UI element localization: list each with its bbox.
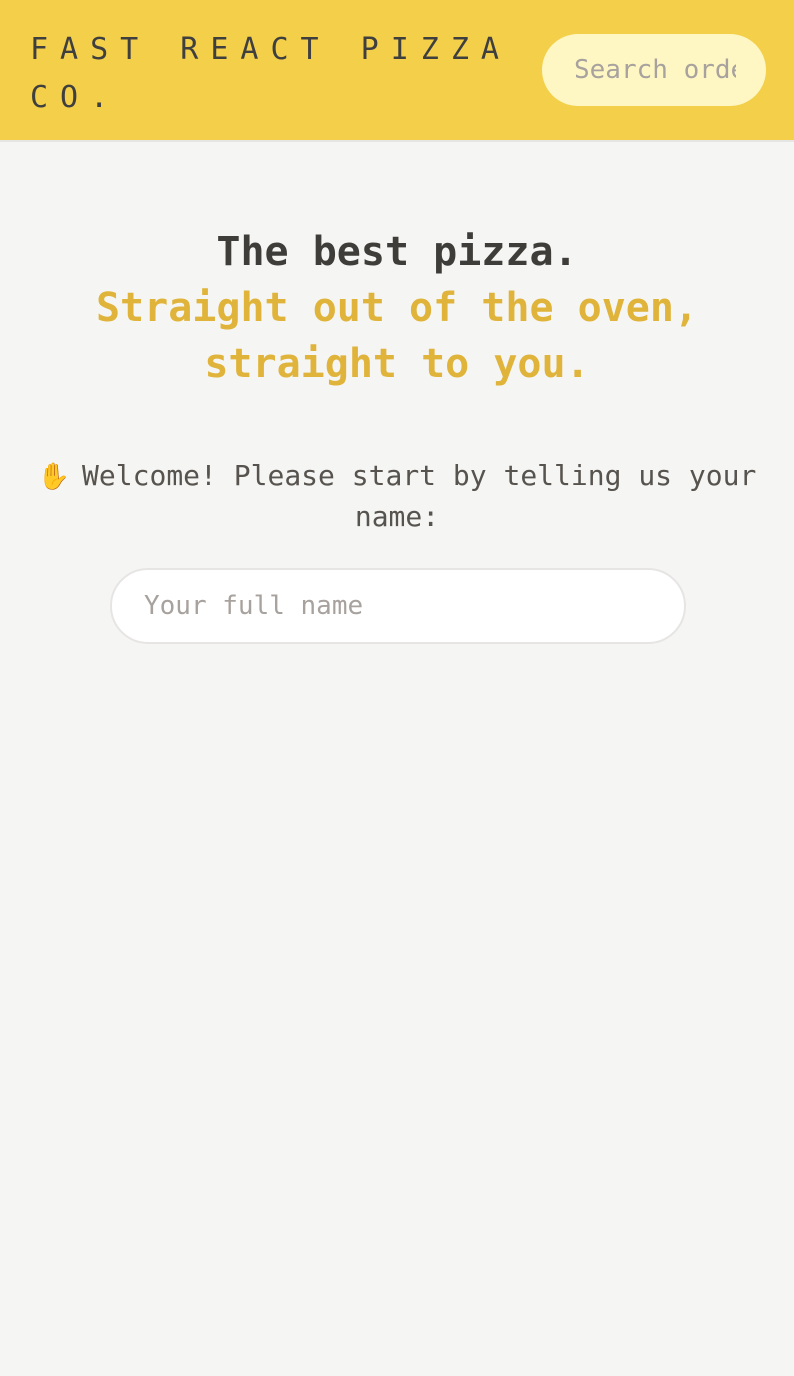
waving-hand-icon: ✋: [37, 462, 71, 492]
full-name-input[interactable]: [112, 570, 684, 642]
search-order-input[interactable]: [542, 34, 766, 106]
hero-subtitle: Straight out of the oven, straight to yo…: [95, 285, 699, 387]
welcome-message: ✋ Welcome! Please start by telling us you…: [30, 456, 764, 537]
full-name-field-container: [110, 568, 686, 644]
hero-title: The best pizza.: [216, 229, 578, 275]
logo[interactable]: FAST REACT PIZZA CO.: [30, 26, 520, 122]
app-header: FAST REACT PIZZA CO.: [0, 0, 794, 142]
search-order-container: [542, 34, 766, 106]
hero-heading: The best pizza. Straight out of the oven…: [40, 224, 754, 392]
welcome-text: Welcome! Please start by telling us your…: [82, 459, 757, 533]
